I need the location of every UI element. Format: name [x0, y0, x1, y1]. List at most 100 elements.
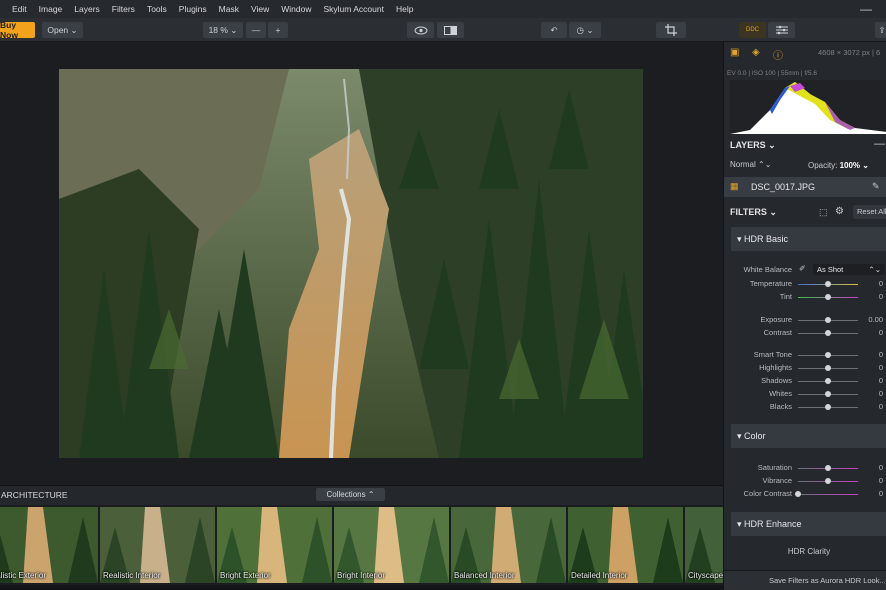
share-icon[interactable]: ⇪ — [875, 22, 886, 38]
color-contrast-value: 0 — [878, 489, 883, 498]
adjustments-toggle-icon[interactable] — [768, 22, 795, 38]
vibrance-slider-row: Vibrance 0 — [724, 475, 886, 487]
menu-edit[interactable]: Edit — [0, 4, 33, 14]
menu-skylum-account[interactable]: Skylum Account — [318, 4, 390, 14]
menu-window[interactable]: Window — [275, 4, 317, 14]
vibrance-label: Vibrance — [762, 476, 792, 485]
menu-view[interactable]: View — [245, 4, 275, 14]
color-contrast-slider-row: Color Contrast 0 — [724, 488, 886, 500]
layer-row[interactable]: ▦ DSC_0017.JPG ✎ — [724, 177, 886, 197]
shadows-slider-handle[interactable] — [825, 378, 831, 384]
reset-all-button[interactable]: Reset All — [853, 205, 886, 219]
whites-slider-handle[interactable] — [825, 391, 831, 397]
zoom-in-button[interactable]: + — [268, 22, 288, 38]
exposure-slider-handle[interactable] — [825, 317, 831, 323]
temperature-slider-row: Temperature 0 — [724, 278, 886, 290]
menu-layers[interactable]: Layers — [68, 4, 106, 14]
smart-tone-value: 0 — [878, 350, 883, 359]
look-thumb[interactable]: Cityscape — [685, 507, 723, 583]
brush-icon[interactable]: ✎ — [872, 181, 880, 192]
menu-image[interactable]: Image — [33, 4, 69, 14]
blend-mode-select[interactable]: Normal ⌃⌄ — [730, 160, 771, 169]
photo-preview[interactable] — [59, 69, 643, 458]
smart-tone-label: Smart Tone — [753, 350, 792, 359]
menu-bar: Edit Image Layers Filters Tools Plugins … — [0, 0, 886, 18]
color-header[interactable]: ▾ Color — [731, 424, 886, 448]
blacks-value: 0 — [878, 402, 883, 411]
tint-slider-row: Tint 0 — [724, 291, 886, 303]
menu-help[interactable]: Help — [390, 4, 419, 14]
compare-icon[interactable] — [437, 22, 464, 38]
look-thumb[interactable]: Detailed Interior — [568, 507, 683, 583]
tint-slider-handle[interactable] — [825, 294, 831, 300]
look-thumb[interactable]: Realistic Interior — [100, 507, 215, 583]
whites-slider-row: Whites 0 — [724, 388, 886, 400]
filters-title[interactable]: FILTERS ⌄ — [730, 207, 777, 218]
open-button[interactable]: Open ⌄ — [42, 22, 83, 38]
saturation-slider-handle[interactable] — [825, 465, 831, 471]
menu-filters[interactable]: Filters — [106, 4, 141, 14]
opacity-control[interactable]: Opacity: 100% ⌄ — [808, 161, 869, 170]
hdr-enhance-header[interactable]: ▾ HDR Enhance — [731, 512, 886, 536]
look-label: Realistic Interior — [103, 571, 161, 580]
info-icon[interactable]: ⓘ — [773, 47, 783, 62]
save-look-button[interactable]: Save Filters as Aurora HDR Look... — [724, 570, 886, 590]
crop-icon[interactable] — [656, 22, 686, 38]
buy-now-button[interactable]: Buy Now — [0, 20, 35, 40]
look-label: Cityscape — [688, 571, 723, 580]
color-contrast-slider-handle[interactable] — [795, 491, 801, 497]
blacks-slider-row: Blacks 0 — [724, 401, 886, 413]
mask-icon[interactable]: ⬚ — [819, 207, 828, 218]
exposure-value: 0.00 — [868, 315, 883, 324]
layers-title[interactable]: LAYERS ⌄ — [730, 140, 886, 151]
blacks-label: Blacks — [769, 402, 792, 411]
minimize-icon[interactable]: — — [860, 2, 872, 16]
looks-scrollbar[interactable] — [0, 585, 723, 590]
undo-icon[interactable]: ↶ — [541, 22, 567, 38]
contrast-label: Contrast — [763, 328, 792, 337]
temperature-slider-handle[interactable] — [825, 281, 831, 287]
zoom-out-button[interactable]: — — [246, 22, 266, 38]
color-contrast-slider[interactable] — [798, 494, 858, 495]
look-thumb[interactable]: Realistic Exterior — [0, 507, 98, 583]
preview-eye-icon[interactable] — [407, 22, 434, 38]
menu-tools[interactable]: Tools — [141, 4, 173, 14]
exposure-label: Exposure — [760, 315, 792, 324]
white-balance-select[interactable]: As Shot ⌃⌄ — [813, 264, 885, 275]
saturation-label: Saturation — [757, 463, 792, 472]
look-thumb[interactable]: Balanced Interior — [451, 507, 566, 583]
look-thumb[interactable]: Bright Interior — [334, 507, 449, 583]
layers-stack-icon[interactable]: ◈ — [752, 47, 760, 58]
look-thumb[interactable]: Bright Exterior — [217, 507, 332, 583]
highlights-slider-handle[interactable] — [825, 365, 831, 371]
menu-plugins[interactable]: Plugins — [173, 4, 213, 14]
shadows-slider-row: Shadows 0 — [724, 375, 886, 387]
color-contrast-label: Color Contrast — [743, 489, 792, 498]
exif-info: EV 0.0 | ISO 100 | 55mm | f/5.6 — [727, 70, 817, 77]
layer-name: DSC_0017.JPG — [751, 182, 816, 192]
contrast-slider-handle[interactable] — [825, 330, 831, 336]
collections-button[interactable]: Collections ⌃ — [316, 488, 385, 501]
history-icon[interactable]: ◷ ⌄ — [569, 22, 601, 38]
tint-label: Tint — [779, 292, 792, 301]
ddc-toggle-icon[interactable]: DDC — [739, 22, 766, 38]
exposure-slider-row: Exposure 0.00 — [724, 314, 886, 326]
vibrance-slider-handle[interactable] — [825, 478, 831, 484]
whites-label: Whites — [769, 389, 792, 398]
hdr-clarity-label: HDR Clarity — [787, 547, 831, 556]
shadows-label: Shadows — [761, 376, 792, 385]
looks-strip: Realistic Exterior Realistic Interior Br… — [0, 505, 723, 585]
menu-mask[interactable]: Mask — [213, 4, 245, 14]
smart-tone-slider-handle[interactable] — [825, 352, 831, 358]
toolbar: Buy Now Open ⌄ 18 % ⌄ — + ↶ ◷ ⌄ DDC ⇪ — [0, 18, 886, 42]
blacks-slider-handle[interactable] — [825, 404, 831, 410]
hdr-basic-header[interactable]: ▾ HDR Basic — [731, 227, 886, 251]
collapse-layers-icon[interactable]: — — [874, 138, 885, 150]
eyedropper-icon[interactable]: ✐ — [799, 264, 806, 273]
look-label: Detailed Interior — [571, 571, 628, 580]
temperature-label: Temperature — [749, 279, 792, 288]
gear-icon[interactable]: ⚙ — [835, 206, 844, 217]
image-icon[interactable]: ▣ — [730, 47, 739, 58]
saturation-value: 0 — [878, 463, 883, 472]
zoom-select[interactable]: 18 % ⌄ — [203, 22, 243, 38]
